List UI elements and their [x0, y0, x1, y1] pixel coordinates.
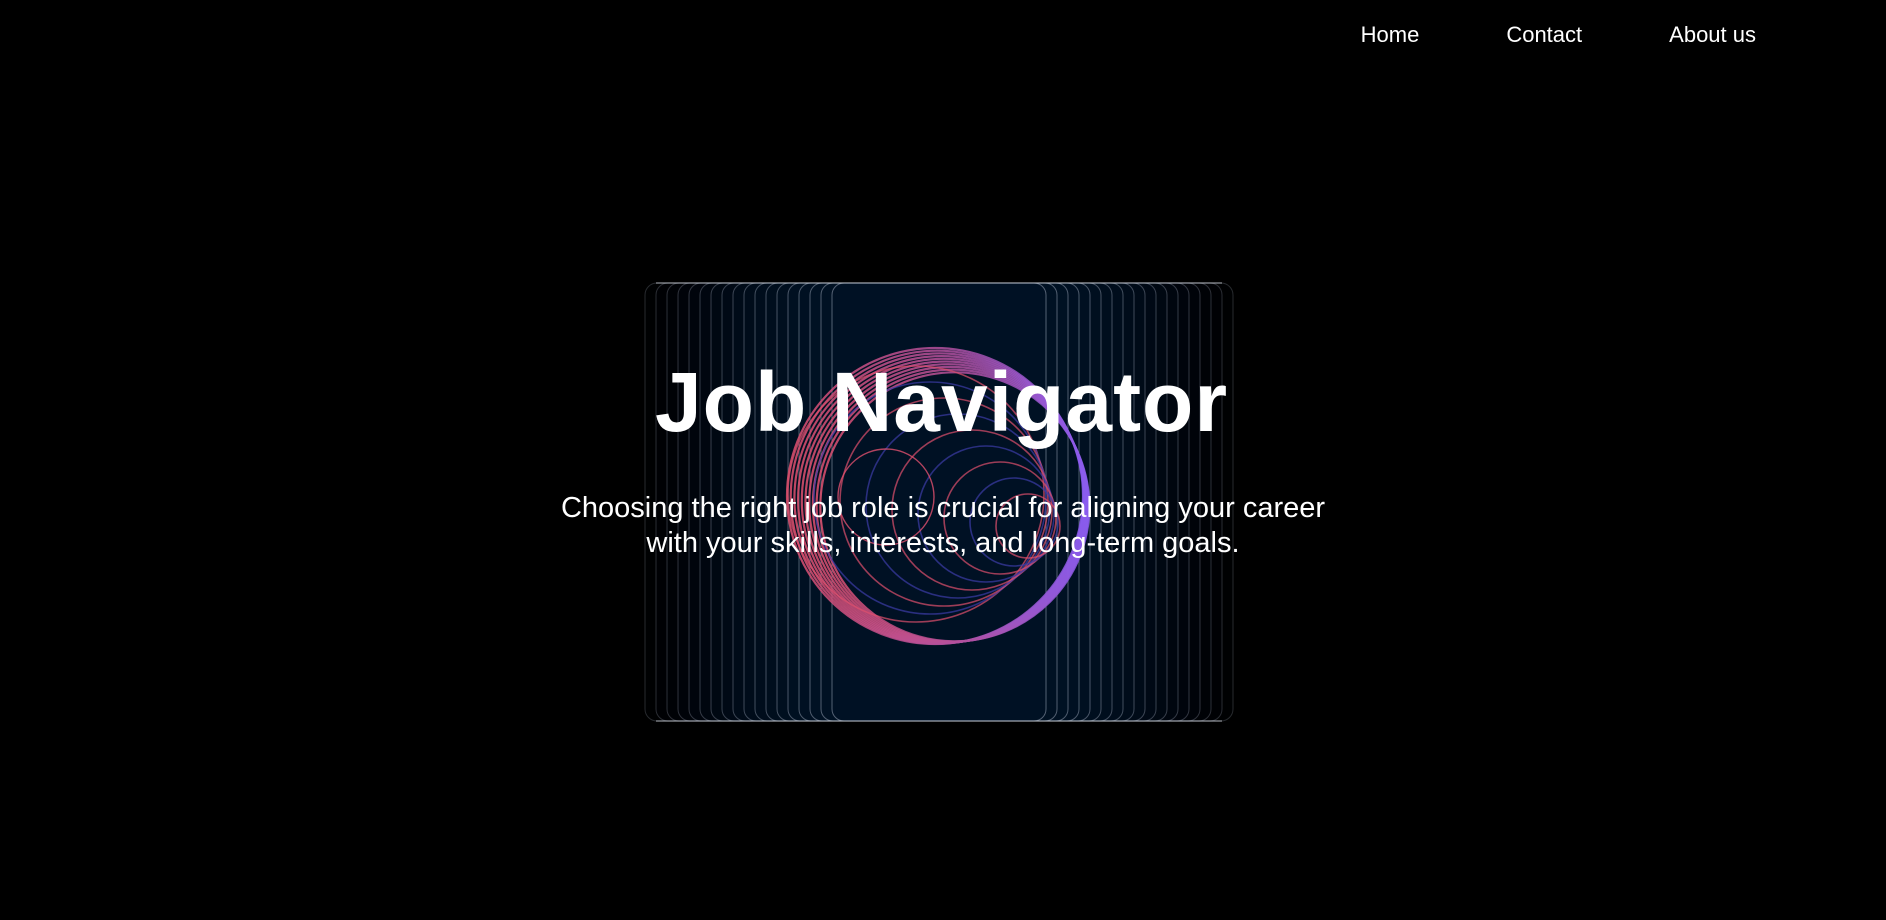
hero-title: Job Navigator [654, 355, 1229, 449]
nav-contact-link[interactable]: Contact [1506, 20, 1582, 50]
top-nav: Home Contact About us [1361, 20, 1756, 50]
nav-about-link[interactable]: About us [1669, 20, 1756, 50]
hero-description: Choosing the right job role is crucial f… [560, 492, 1326, 559]
nav-home-link[interactable]: Home [1361, 20, 1420, 50]
page: Home Contact About us Job Navigator Choo… [0, 0, 1886, 920]
hero-section: Job Navigator Choosing the right job rol… [0, 350, 1886, 561]
